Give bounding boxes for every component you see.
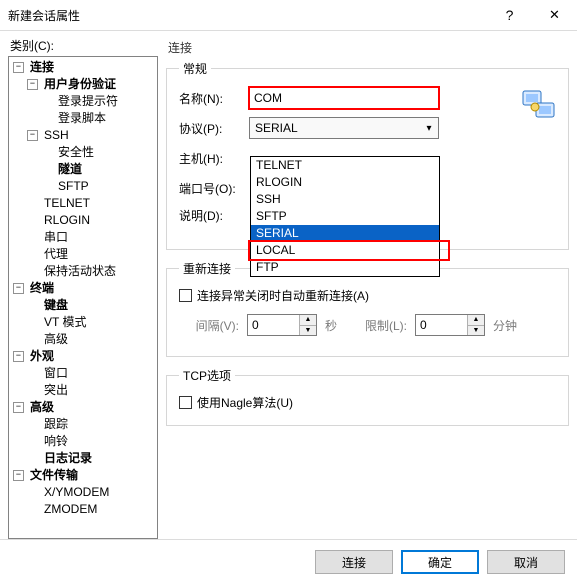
protocol-option[interactable]: RLOGIN xyxy=(251,174,439,191)
window-title: 新建会话属性 xyxy=(0,7,487,24)
tree-serial[interactable]: 串口 xyxy=(42,229,70,246)
tree-vt-mode[interactable]: VT 模式 xyxy=(42,314,88,331)
protocol-option[interactable]: SERIAL xyxy=(251,225,439,242)
auto-reconnect-checkbox[interactable] xyxy=(179,289,192,302)
protocol-option[interactable]: LOCAL xyxy=(251,242,439,259)
tree-trace[interactable]: 跟踪 xyxy=(42,416,70,433)
tree-telnet[interactable]: TELNET xyxy=(42,195,92,212)
name-input[interactable] xyxy=(249,87,439,109)
tree-logging[interactable]: 日志记录 xyxy=(42,450,94,467)
nagle-label: 使用Nagle算法(U) xyxy=(197,394,293,411)
limit-spin[interactable]: 0 ▲▼ xyxy=(415,314,485,336)
interval-label: 间隔(V): xyxy=(179,317,239,334)
tree-window[interactable]: 窗口 xyxy=(42,365,70,382)
protocol-label: 协议(P): xyxy=(179,120,249,137)
tree-appearance[interactable]: 外观 xyxy=(28,348,56,365)
protocol-combo-value: SERIAL xyxy=(255,121,298,135)
tree-user-auth[interactable]: 用户身份验证 xyxy=(42,76,118,93)
category-label: 类别(C): xyxy=(8,37,158,54)
collapse-icon[interactable]: − xyxy=(13,283,24,294)
protocol-option[interactable]: SSH xyxy=(251,191,439,208)
title-bar: 新建会话属性 ? ✕ xyxy=(0,0,577,31)
protocol-option[interactable]: TELNET xyxy=(251,157,439,174)
protocol-dropdown-list[interactable]: TELNETRLOGINSSHSFTPSERIALLOCALFTP xyxy=(250,156,440,277)
protocol-option[interactable]: SFTP xyxy=(251,208,439,225)
interval-spin[interactable]: 0 ▲▼ xyxy=(247,314,317,336)
tree-advanced-term[interactable]: 高级 xyxy=(42,331,70,348)
connection-icon xyxy=(522,87,556,121)
limit-unit: 分钟 xyxy=(493,317,517,334)
tree-login-script[interactable]: 登录脚本 xyxy=(56,110,108,127)
protocol-option[interactable]: FTP xyxy=(251,259,439,276)
auto-reconnect-label: 连接异常关闭时自动重新连接(A) xyxy=(197,287,369,304)
group-general-legend: 常规 xyxy=(179,60,211,77)
tree-advanced[interactable]: 高级 xyxy=(28,399,56,416)
tree-bell[interactable]: 响铃 xyxy=(42,433,70,450)
tree-login-prompt[interactable]: 登录提示符 xyxy=(56,93,120,110)
group-reconnect-legend: 重新连接 xyxy=(179,260,235,277)
group-general: 常规 名称(N): 协议(P): SERIAL xyxy=(166,60,569,250)
chevron-down-icon: ▾ xyxy=(420,123,438,134)
tree-terminal[interactable]: 终端 xyxy=(28,280,56,297)
category-tree[interactable]: −连接 −用户身份验证 登录提示符 登录脚本 −SSH 安全性 xyxy=(8,56,158,539)
nagle-checkbox[interactable] xyxy=(179,396,192,409)
desc-label: 说明(D): xyxy=(179,207,249,224)
collapse-icon[interactable]: − xyxy=(13,470,24,481)
limit-label: 限制(L): xyxy=(357,317,407,334)
collapse-icon[interactable]: − xyxy=(27,130,38,141)
interval-unit: 秒 xyxy=(325,317,337,334)
spinner-arrows-icon[interactable]: ▲▼ xyxy=(467,315,484,335)
tree-ssh[interactable]: SSH xyxy=(42,127,71,144)
port-label: 端口号(O): xyxy=(179,180,249,197)
close-button[interactable]: ✕ xyxy=(532,0,577,30)
collapse-icon[interactable]: − xyxy=(27,79,38,90)
collapse-icon[interactable]: − xyxy=(13,402,24,413)
tree-zmodem[interactable]: ZMODEM xyxy=(42,501,99,518)
group-tcp-legend: TCP选项 xyxy=(179,367,235,384)
help-button[interactable]: ? xyxy=(487,0,532,30)
interval-value: 0 xyxy=(248,315,299,335)
ok-button[interactable]: 确定 xyxy=(401,550,479,574)
protocol-combo[interactable]: SERIAL ▾ xyxy=(249,117,439,139)
name-label: 名称(N): xyxy=(179,90,249,107)
collapse-icon[interactable]: − xyxy=(13,62,24,73)
connect-button[interactable]: 连接 xyxy=(315,550,393,574)
tree-tunnel[interactable]: 隧道 xyxy=(56,161,84,178)
tree-highlight[interactable]: 突出 xyxy=(42,382,70,399)
tree-keepalive[interactable]: 保持活动状态 xyxy=(42,263,118,280)
spinner-arrows-icon[interactable]: ▲▼ xyxy=(299,315,316,335)
tree-keyboard[interactable]: 键盘 xyxy=(42,297,70,314)
collapse-icon[interactable]: − xyxy=(13,351,24,362)
panel-heading: 连接 xyxy=(166,37,569,60)
tree-connection[interactable]: 连接 xyxy=(28,59,56,76)
tree-security[interactable]: 安全性 xyxy=(56,144,96,161)
group-tcp: TCP选项 使用Nagle算法(U) xyxy=(166,367,569,426)
cancel-button[interactable]: 取消 xyxy=(487,550,565,574)
host-label: 主机(H): xyxy=(179,150,249,167)
limit-value: 0 xyxy=(416,315,467,335)
tree-rlogin[interactable]: RLOGIN xyxy=(42,212,92,229)
tree-file-transfer[interactable]: 文件传输 xyxy=(28,467,80,484)
button-bar: 连接 确定 取消 xyxy=(0,539,577,583)
tree-sftp[interactable]: SFTP xyxy=(56,178,91,195)
tree-xymodem[interactable]: X/YMODEM xyxy=(42,484,111,501)
tree-proxy[interactable]: 代理 xyxy=(42,246,70,263)
